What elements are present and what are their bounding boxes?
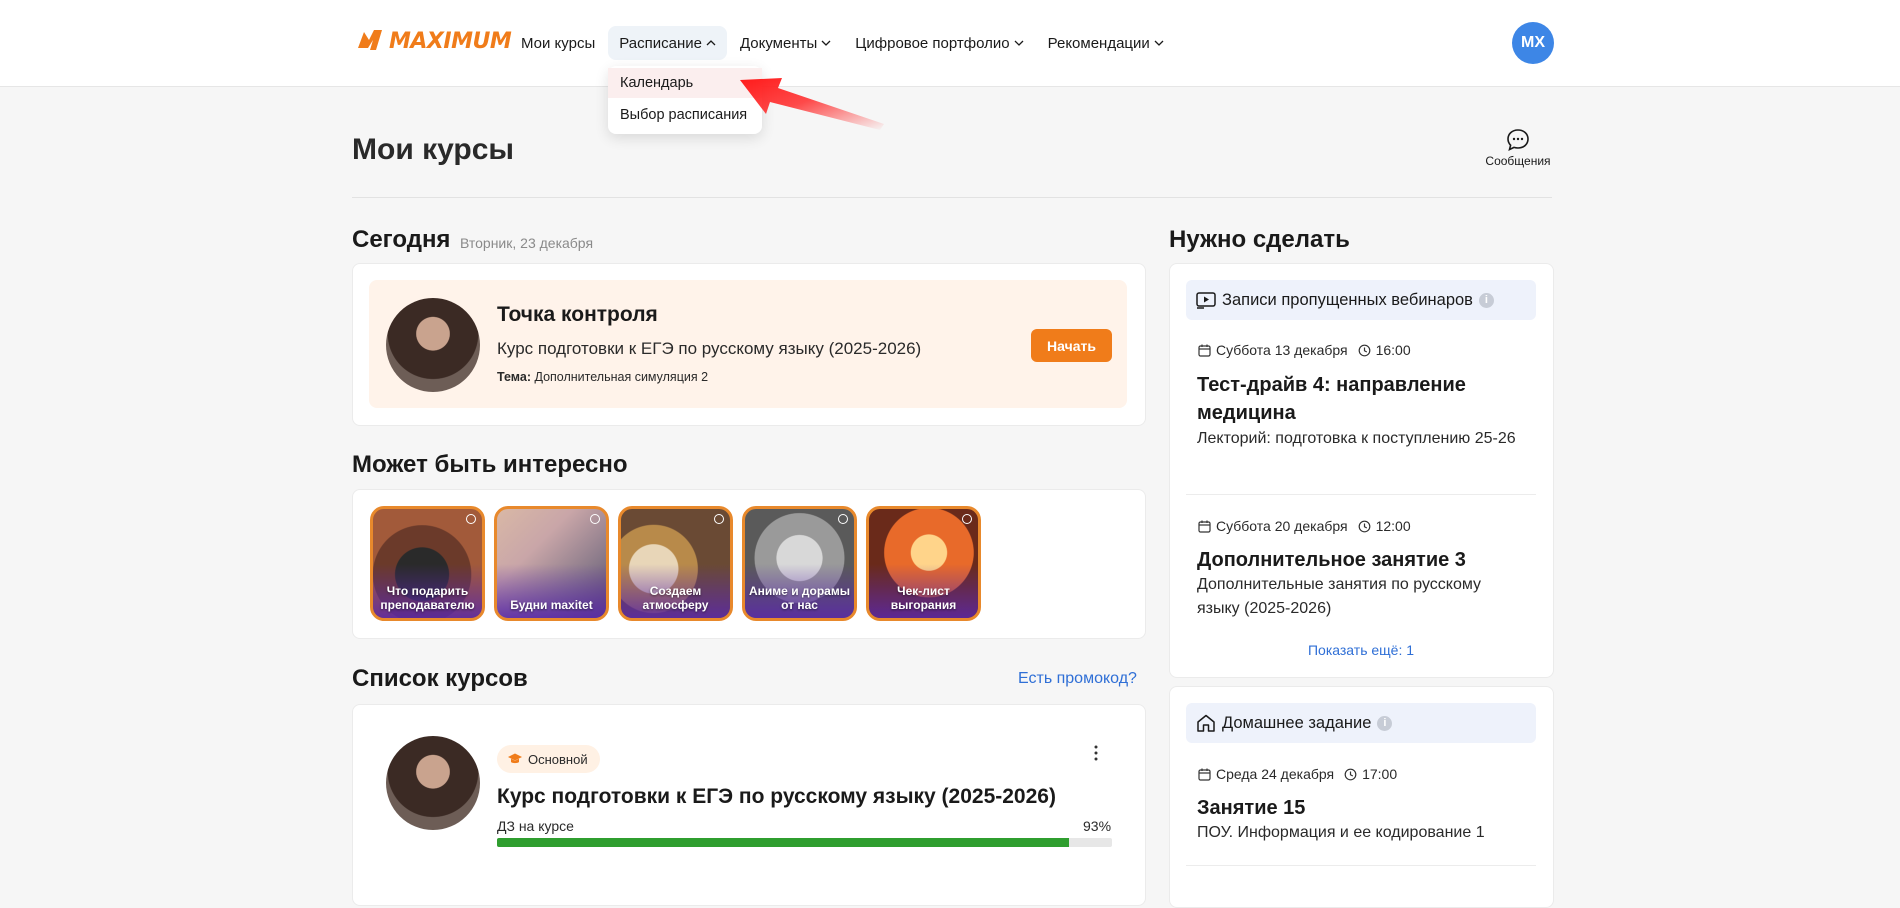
nav-documents[interactable]: Документы — [729, 26, 842, 60]
show-more-link[interactable]: Показать ещё: 1 — [1186, 642, 1536, 658]
graduation-cap-icon — [508, 753, 522, 764]
webinar-subtitle: Дополнительные занятия по русскому языку… — [1197, 576, 1482, 617]
nav-recommendations[interactable]: Рекомендации — [1037, 26, 1175, 60]
story-card[interactable]: Что подарить преподавателю — [370, 506, 485, 621]
info-icon[interactable]: i — [1478, 292, 1494, 308]
homework-progress-label: ДЗ на курсе — [497, 818, 574, 834]
logo-text: MAXIMUM — [389, 28, 512, 54]
badge-label: Основной — [528, 751, 588, 767]
nav-label: Документы — [739, 34, 818, 52]
chevron-down-icon — [1014, 40, 1024, 46]
story-indicator-icon — [590, 514, 600, 524]
user-avatar[interactable]: МХ — [1512, 22, 1554, 64]
story-card[interactable]: Аниме и дорамы от нас — [742, 506, 857, 621]
nav-label: Рекомендации — [1047, 34, 1150, 52]
today-event-topic: Тема: Дополнительная симуляция 2 — [497, 370, 708, 384]
homework-date: Среда 24 декабря — [1216, 766, 1335, 782]
messages-label: Сообщения — [1485, 154, 1551, 168]
start-button[interactable]: Начать — [1031, 329, 1112, 362]
homework-progress-percent: 93% — [1083, 818, 1112, 834]
messages-button[interactable]: Сообщения — [1480, 128, 1556, 168]
webinar-date: Суббота 13 декабря — [1216, 342, 1348, 358]
webinar-time: 12:00 — [1375, 518, 1411, 534]
webinar-meta: Суббота 20 декабря 12:00 — [1198, 518, 1411, 534]
webinar-meta: Суббота 13 декабря 16:00 — [1198, 342, 1411, 358]
webinar-title[interactable]: Тест-драйв 4: направление медицина — [1197, 371, 1527, 427]
logo[interactable]: MAXIMUM — [355, 24, 512, 58]
homework-section-header: Домашнее задание i — [1186, 703, 1536, 743]
chat-bubble-icon — [1507, 129, 1529, 151]
story-label: Аниме и дорамы от нас — [749, 584, 850, 612]
clock-icon — [1358, 344, 1370, 356]
today-date: Вторник, 23 декабря — [460, 235, 594, 251]
courses-heading: Список курсов — [352, 665, 528, 692]
story-indicator-icon — [962, 514, 972, 524]
promo-code-link[interactable]: Есть промокод? — [1018, 670, 1137, 688]
story-label: Что подарить преподавателю — [380, 584, 475, 612]
story-indicator-icon — [714, 514, 724, 524]
webinars-section-header: Записи пропущенных вебинаров i — [1186, 280, 1536, 320]
clock-icon — [1358, 520, 1370, 532]
chevron-down-icon — [821, 40, 831, 46]
nav-label: Мои курсы — [521, 34, 596, 52]
webinar-time: 16:00 — [1375, 342, 1411, 358]
homework-section-label: Домашнее задание — [1222, 713, 1372, 732]
webinar-date: Суббота 20 декабря — [1216, 518, 1348, 534]
main-nav: Мои курсы Расписание Документы Цифровое … — [510, 26, 1177, 60]
top-header: MAXIMUM Мои курсы Расписание Документы Ц… — [0, 0, 1900, 87]
teacher-avatar — [386, 298, 480, 392]
course-title[interactable]: Курс подготовки к ЕГЭ по русскому языку … — [497, 785, 1056, 809]
calendar-icon — [1198, 520, 1211, 533]
more-options-icon[interactable] — [1090, 744, 1102, 762]
webinars-section-label: Записи пропущенных вебинаров — [1222, 290, 1473, 309]
home-icon — [1196, 714, 1216, 732]
nav-label: Цифровое портфолио — [855, 34, 1010, 52]
logo-icon — [358, 30, 382, 50]
page-title: Мои курсы — [352, 133, 515, 166]
homework-title[interactable]: Занятие 15 — [1197, 794, 1527, 822]
interesting-heading: Может быть интересно — [352, 451, 628, 478]
story-label: Создаем атмосферу — [642, 584, 709, 612]
topic-value: Дополнительная симуляция 2 — [534, 370, 709, 384]
chevron-down-icon — [1154, 40, 1164, 46]
clock-icon — [1344, 768, 1357, 780]
webinar-subtitle: Лекторий: подготовка к поступлению 25-26 — [1197, 430, 1516, 447]
story-indicator-icon — [466, 514, 476, 524]
homework-meta: Среда 24 декабря 17:00 — [1198, 766, 1397, 782]
course-type-badge: Основной — [497, 745, 600, 773]
today-event-course: Курс подготовки к ЕГЭ по русскому языку … — [497, 339, 922, 358]
today-heading: Сегодня — [352, 226, 451, 253]
title-divider — [352, 197, 1552, 198]
story-label: Чек-лист выгорания — [890, 584, 957, 612]
annotation-arrow-icon — [740, 78, 884, 130]
course-teacher-avatar — [386, 736, 480, 830]
story-card[interactable]: Чек-лист выгорания — [866, 506, 981, 621]
nav-digital-portfolio[interactable]: Цифровое портфолио — [844, 26, 1034, 60]
video-play-icon — [1196, 291, 1216, 309]
webinar-title[interactable]: Дополнительное занятие 3 — [1197, 546, 1527, 574]
calendar-icon — [1198, 344, 1211, 357]
nav-schedule[interactable]: Расписание — [608, 26, 727, 60]
homework-subtitle: ПОУ. Информация и ее кодирование 1 — [1197, 824, 1485, 841]
homework-time: 17:00 — [1362, 766, 1398, 782]
info-icon[interactable]: i — [1377, 715, 1393, 731]
topic-label: Тема: — [497, 370, 531, 384]
homework-progress-fill — [497, 838, 1069, 847]
story-label: Будни maxitet — [510, 598, 593, 612]
today-event-title: Точка контроля — [497, 303, 658, 326]
todo-heading: Нужно сделать — [1169, 226, 1350, 253]
nav-label: Расписание — [619, 34, 702, 52]
story-card[interactable]: Создаем атмосферу — [618, 506, 733, 621]
todo-divider — [1186, 865, 1536, 866]
homework-progress-bar — [497, 838, 1112, 847]
story-indicator-icon — [838, 514, 848, 524]
todo-divider — [1186, 494, 1536, 495]
nav-my-courses[interactable]: Мои курсы — [510, 26, 606, 60]
calendar-icon — [1198, 768, 1211, 781]
story-card[interactable]: Будни maxitet — [494, 506, 609, 621]
chevron-up-icon — [706, 40, 716, 46]
